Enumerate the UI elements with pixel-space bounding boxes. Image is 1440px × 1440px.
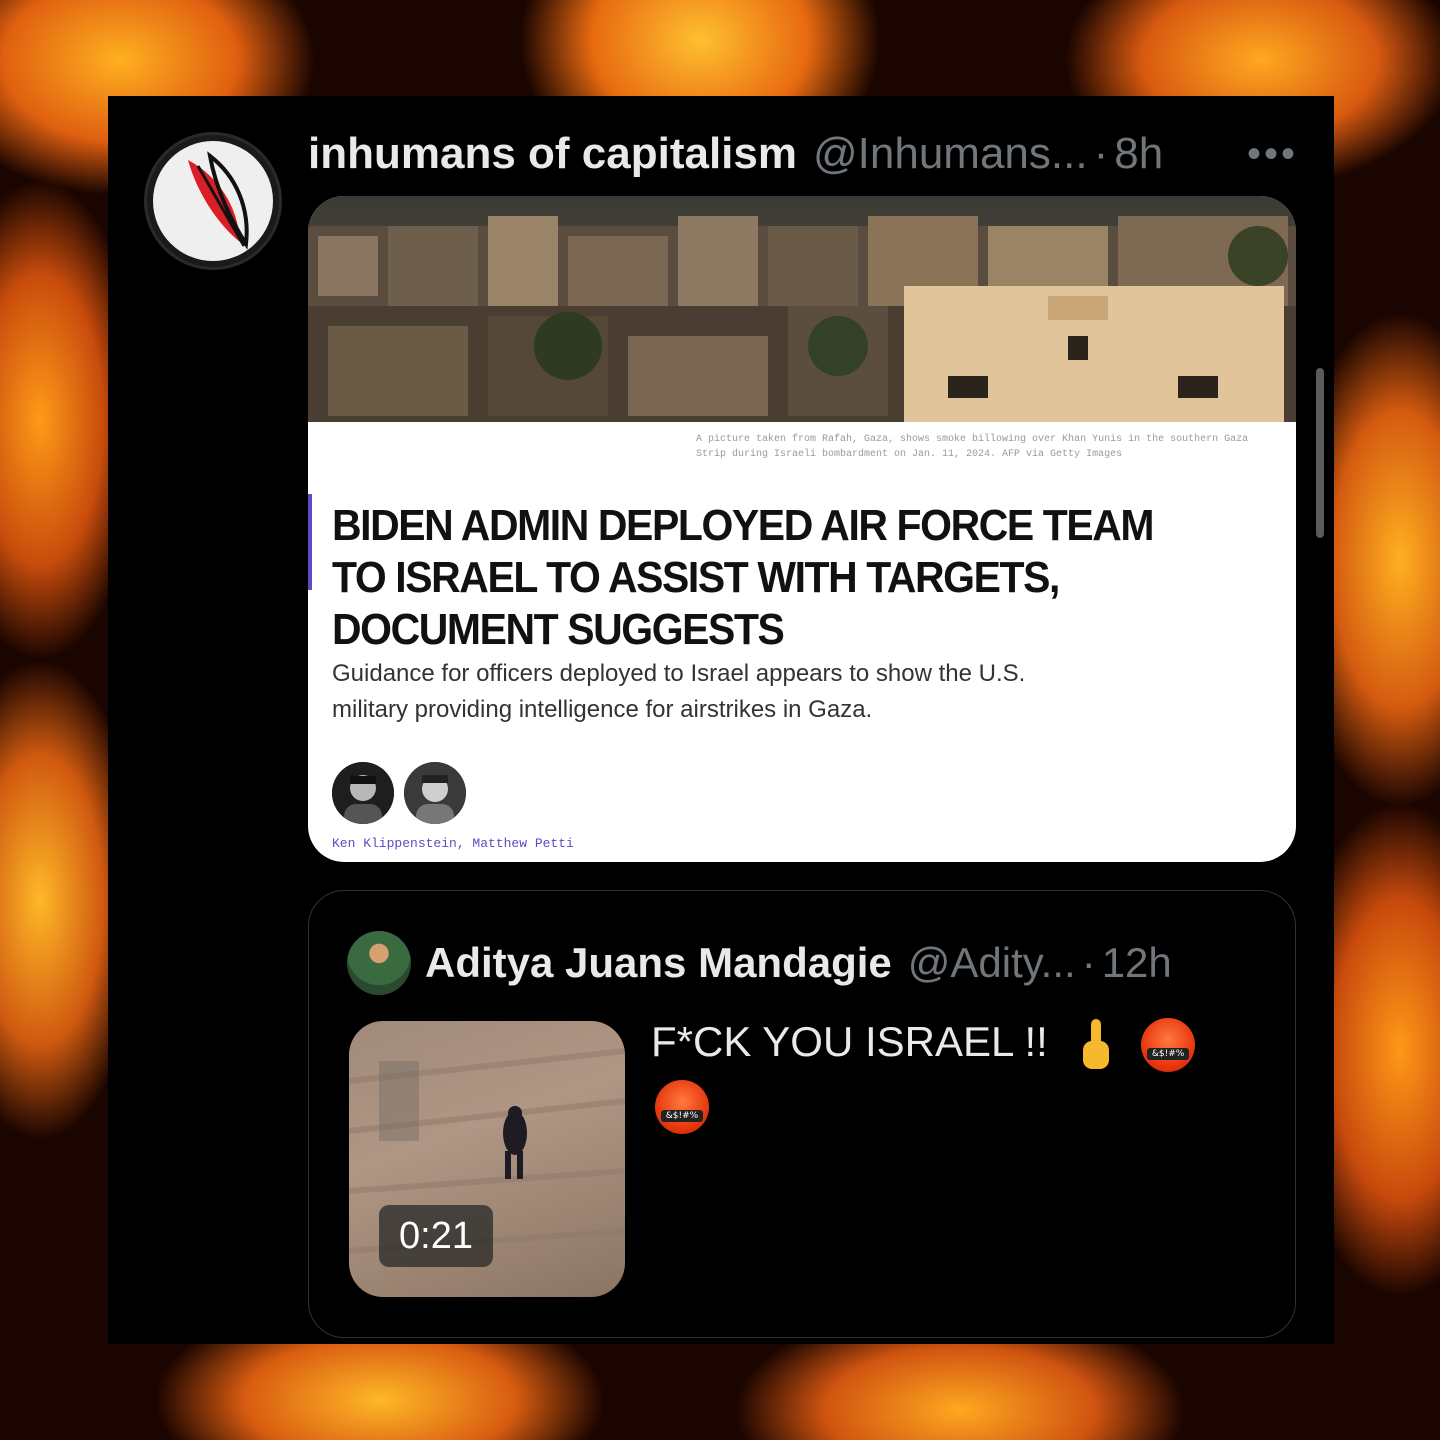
quoted-author-name[interactable]: Aditya Juans Mandagie <box>425 939 892 987</box>
separator-dot: · <box>1093 129 1109 178</box>
author-photo-1 <box>332 762 394 824</box>
more-options-icon[interactable]: ••• <box>1247 132 1298 177</box>
author-photo-2 <box>404 762 466 824</box>
author-name[interactable]: inhumans of capitalism <box>308 129 797 179</box>
headline-accent-bar <box>308 494 312 590</box>
quoted-post-text: F*CK YOU ISRAEL !! &$!#% &$!#% <box>651 1011 1231 1135</box>
middle-finger-emoji-icon <box>1081 1017 1111 1073</box>
quoted-author-avatar[interactable] <box>347 931 411 995</box>
quoted-post-time[interactable]: 12h <box>1102 939 1172 987</box>
quoted-author-handle[interactable]: @Adity... <box>908 939 1076 987</box>
article-card[interactable]: A picture taken from Rafah, Gaza, shows … <box>308 196 1296 862</box>
video-thumbnail[interactable]: 0:21 <box>349 1021 625 1297</box>
scrollbar[interactable] <box>1316 368 1324 538</box>
post-header: inhumans of capitalism @Inhumans... · 8h… <box>308 124 1298 184</box>
post-time[interactable]: 8h <box>1114 129 1163 179</box>
photo-caption: A picture taken from Rafah, Gaza, shows … <box>696 434 1249 460</box>
article-byline[interactable]: Ken Klippenstein, Matthew Petti <box>332 836 574 851</box>
quoted-text-body: F*CK YOU ISRAEL !! <box>651 1018 1048 1065</box>
quoted-post[interactable]: Aditya Juans Mandagie @Adity... · 12h 0:… <box>308 890 1296 1338</box>
quoted-post-header: Aditya Juans Mandagie @Adity... · 12h <box>425 935 1172 991</box>
article-headline[interactable]: BIDEN ADMIN DEPLOYED AIR FORCE TEAM TO I… <box>332 500 1206 656</box>
video-duration: 0:21 <box>379 1205 493 1267</box>
article-photo <box>308 196 1296 422</box>
separator-dot: · <box>1081 939 1096 986</box>
author-handle[interactable]: @Inhumans... <box>813 129 1088 179</box>
author-avatar[interactable] <box>144 132 282 270</box>
article-dek: Guidance for officers deployed to Israel… <box>332 660 1026 723</box>
cursing-face-emoji-icon: &$!#% <box>1141 1017 1196 1072</box>
cursing-face-emoji-icon: &$!#% <box>655 1079 709 1134</box>
feather-logo-icon <box>153 141 273 261</box>
